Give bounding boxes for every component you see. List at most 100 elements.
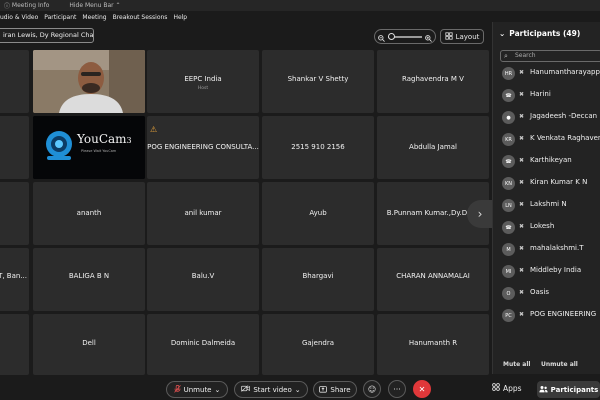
video-tile[interactable]: ananth	[33, 182, 145, 245]
participant-row[interactable]: M ✖ mahalakshmi.T	[493, 238, 600, 260]
participant-row[interactable]: O ✖ Oasis	[493, 282, 600, 304]
menu-meeting[interactable]: Meeting	[82, 14, 106, 21]
video-tile[interactable]	[0, 182, 29, 245]
menu-breakout-sessions[interactable]: Breakout Sessions	[113, 14, 168, 21]
video-tile[interactable]: BALIGA B N	[33, 248, 145, 311]
youcam-logo-icon	[33, 116, 145, 179]
hide-menu-bar-link[interactable]: Hide Menu Bar ⌃	[69, 2, 120, 9]
avatar: M	[502, 243, 515, 256]
video-tile[interactable]: Dell	[33, 314, 145, 375]
share-button[interactable]: Share	[313, 381, 357, 398]
video-tile[interactable]: Abdulla Jamal	[377, 116, 489, 179]
search-icon: ⌕	[504, 52, 508, 60]
chevron-down-icon[interactable]: ⌄	[215, 386, 221, 394]
zoom-slider-knob[interactable]	[388, 32, 395, 40]
participant-name: Bhargavi	[302, 272, 334, 280]
mic-muted-icon: ✖	[519, 311, 525, 318]
video-tile[interactable]: Shankar V Shetty	[262, 50, 374, 113]
mic-muted-icon: ✖	[519, 223, 525, 230]
chevron-down-icon[interactable]: ⌄	[295, 386, 301, 394]
apps-button[interactable]: Apps	[492, 383, 522, 393]
active-speaker-chip[interactable]: iran Lewis, Dy Regional Chai...	[0, 28, 94, 43]
participant-row[interactable]: LN ✖ Lakshmi N	[493, 194, 600, 216]
participant-row-name: Middleby India	[530, 266, 582, 274]
reactions-icon[interactable]: ☺	[363, 380, 381, 398]
video-tile[interactable]: EEPC India Host	[147, 50, 259, 113]
video-tile[interactable]: 2515 910 2156	[262, 116, 374, 179]
end-call-icon[interactable]: ✕	[413, 380, 431, 398]
avatar: LN	[502, 199, 515, 212]
video-tile[interactable]: Dominic Dalmeida	[147, 314, 259, 375]
more-options-icon[interactable]: ···	[388, 380, 406, 398]
layout-grid-icon	[444, 31, 453, 42]
participant-row-name: Harini	[530, 90, 551, 98]
participant-row[interactable]: HR ✖ Hanumantharayappa	[493, 62, 600, 84]
mute-all-button[interactable]: Mute all	[503, 361, 530, 368]
info-icon: ⓘ	[4, 3, 12, 10]
mic-muted-icon: ✖	[519, 113, 525, 120]
participant-name: BALIGA B N	[68, 272, 110, 280]
participant-row-name: mahalakshmi.T	[530, 244, 584, 252]
video-tile[interactable]: Bhargavi	[262, 248, 374, 311]
video-tile[interactable]	[0, 116, 29, 179]
video-off-icon	[241, 385, 251, 394]
video-tile[interactable]: POG ENGINEERING CONSULTA...	[147, 116, 259, 179]
participant-row[interactable]: PC ✖ POG ENGINEERING	[493, 304, 600, 326]
zoom-slider-track[interactable]	[388, 32, 422, 40]
layout-button[interactable]: Layout	[440, 29, 484, 44]
meeting-info-link[interactable]: ⓘ Meeting Info	[4, 1, 49, 10]
participant-name: Balu.V	[191, 272, 215, 280]
grid-zoom-control[interactable]	[374, 29, 436, 44]
menu-audio-video[interactable]: udio & Video	[0, 14, 38, 21]
phone-icon: ☎	[502, 221, 515, 234]
zoom-out-icon[interactable]	[378, 27, 385, 46]
youcam-brand-text: YouCam3	[77, 132, 132, 146]
avatar: KN	[502, 177, 515, 190]
menu-participant[interactable]: Participant	[44, 14, 76, 21]
chevron-up-icon: ⌃	[113, 2, 121, 9]
video-tile[interactable]: Ayub	[262, 182, 374, 245]
participant-name: Dominic Dalmeida	[170, 339, 236, 347]
start-video-button[interactable]: Start video ⌄	[234, 381, 308, 398]
unmute-all-button[interactable]: Unmute all	[541, 361, 578, 368]
participant-row[interactable]: ☎ ✖ Harini	[493, 84, 600, 106]
chevron-down-icon[interactable]: ⌄	[499, 29, 505, 38]
camera-video-tile[interactable]	[33, 50, 145, 113]
avatar: HR	[502, 67, 515, 80]
zoom-in-icon[interactable]	[425, 27, 432, 46]
mic-muted-icon: ✖	[519, 157, 525, 164]
video-tile[interactable]: CHARAN ANNAMALAI	[377, 248, 489, 311]
participant-name: Ayub	[309, 209, 327, 217]
participant-search-input[interactable]: ⌕ Search	[500, 50, 600, 62]
participant-row[interactable]: KR ✖ K Venkata Raghaven	[493, 128, 600, 150]
participant-row[interactable]: KN ✖ Kiran Kumar K N	[493, 172, 600, 194]
participants-button[interactable]: Participants	[537, 381, 600, 398]
next-page-arrow-icon[interactable]: ›	[467, 200, 493, 228]
apps-grid-icon	[492, 383, 500, 393]
mic-muted-icon: ✖	[519, 69, 525, 76]
share-icon	[319, 385, 328, 395]
menu-help[interactable]: Help	[173, 14, 187, 21]
video-tile[interactable]: Hanumanth R	[377, 314, 489, 375]
unmute-button[interactable]: Unmute ⌄	[166, 381, 228, 398]
participant-row[interactable]: ☎ ✖ Lokesh	[493, 216, 600, 238]
video-tile[interactable]: anil kumar	[147, 182, 259, 245]
video-tile[interactable]: Raghavendra M V	[377, 50, 489, 113]
avatar: O	[502, 287, 515, 300]
youcam-video-tile[interactable]: YouCam3 Please Wait YouCam	[33, 116, 145, 179]
participant-row[interactable]: ● ✖ Jagadeesh -Deccan	[493, 106, 600, 128]
youcam-subtext: Please Wait YouCam	[81, 149, 117, 153]
participant-name: CHARAN ANNAMALAI	[396, 272, 470, 280]
video-tile[interactable]	[0, 314, 29, 375]
participant-row[interactable]: MI ✖ Middleby India	[493, 260, 600, 282]
mic-muted-icon: ✖	[519, 289, 525, 296]
video-tile[interactable]: Gajendra	[262, 314, 374, 375]
participants-panel-header[interactable]: ⌄ Participants (49)	[499, 29, 580, 38]
video-tile[interactable]: T, Ban...	[0, 248, 29, 311]
video-tile[interactable]	[0, 50, 29, 113]
participant-name: POG ENGINEERING CONSULTA...	[147, 143, 259, 151]
participant-name: Gajendra	[301, 339, 334, 347]
mic-muted-icon: ✖	[519, 201, 525, 208]
video-tile[interactable]: Balu.V	[147, 248, 259, 311]
participant-row[interactable]: ☎ ✖ Karthikeyan	[493, 150, 600, 172]
